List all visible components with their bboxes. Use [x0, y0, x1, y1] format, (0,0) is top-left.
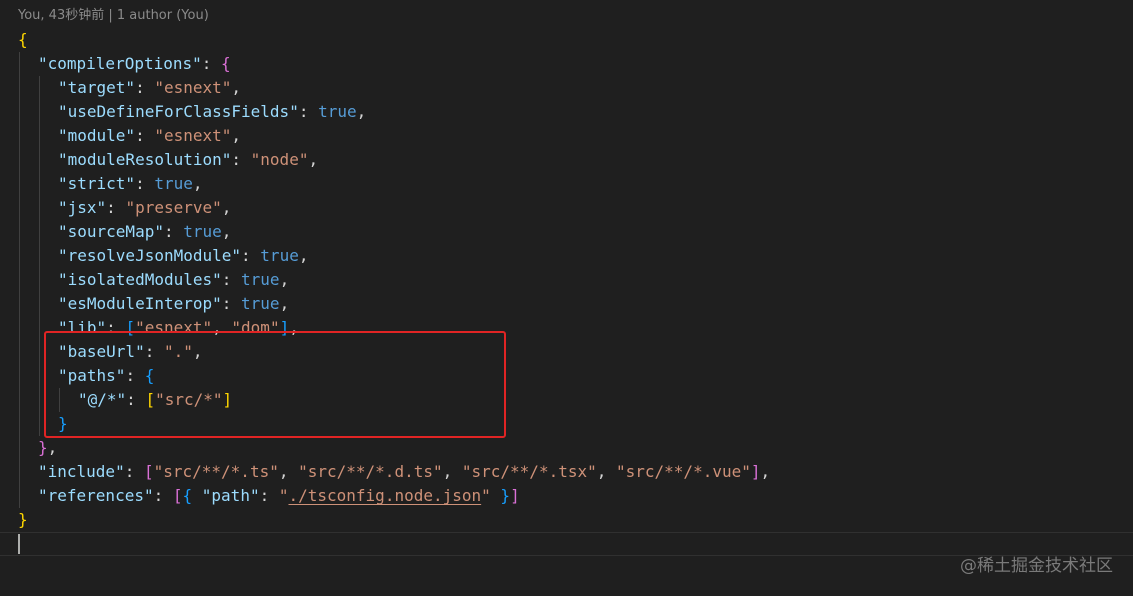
bracket: ] [750, 462, 761, 481]
code-line: "isolatedModules": true, [0, 268, 1133, 292]
json-key: "sourceMap" [58, 222, 164, 241]
bracket: ] [510, 486, 520, 505]
json-key: "module" [58, 126, 136, 145]
json-boolean: true [154, 174, 193, 193]
text-cursor [18, 534, 20, 554]
indent-guide [19, 76, 20, 100]
json-key: "jsx" [58, 198, 107, 217]
indent-guide [39, 220, 40, 244]
code-line: "useDefineForClassFields": true, [0, 100, 1133, 124]
indent-guide [39, 172, 40, 196]
json-key: "resolveJsonModule" [58, 246, 242, 265]
indent-guide [39, 292, 40, 316]
json-key: "include" [38, 462, 125, 481]
bracket: { [182, 486, 193, 505]
json-string-quote: " [481, 486, 491, 505]
bracket: { [221, 54, 231, 73]
indent-guide [19, 268, 20, 292]
indent-guide [19, 196, 20, 220]
json-key: "strict" [58, 174, 136, 193]
indent-guide [19, 52, 20, 76]
code-line: "strict": true, [0, 172, 1133, 196]
json-key: "target" [58, 78, 136, 97]
indent-guide [19, 388, 20, 412]
json-boolean: true [241, 270, 280, 289]
indent-guide [39, 364, 40, 388]
code-line: "compilerOptions": { [0, 52, 1133, 76]
bracket: } [500, 486, 511, 505]
json-key: "isolatedModules" [58, 270, 222, 289]
bracket: [ [172, 486, 183, 505]
code-line: { [0, 28, 1133, 52]
file-path-link[interactable]: ./tsconfig.node.json [288, 486, 481, 505]
json-string: "src/**/*.d.ts" [298, 462, 443, 481]
json-string: "node" [250, 150, 309, 169]
json-boolean: true [260, 246, 299, 265]
json-string: "esnext" [154, 126, 232, 145]
indent-guide [39, 268, 40, 292]
json-key: "compilerOptions" [38, 54, 202, 73]
code-line: "sourceMap": true, [0, 220, 1133, 244]
indent-guide [39, 76, 40, 100]
indent-guide [19, 340, 20, 364]
json-string: "src/**/*.vue" [616, 462, 751, 481]
json-key: "references" [38, 486, 154, 505]
highlight-annotation-box [44, 331, 506, 438]
bracket: } [38, 438, 48, 457]
bracket: [ [143, 462, 154, 481]
code-line: "esModuleInterop": true, [0, 292, 1133, 316]
json-string: "src/**/*.ts" [153, 462, 279, 481]
code-line: }, [0, 436, 1133, 460]
indent-guide [39, 340, 40, 364]
indent-guide [19, 460, 20, 484]
json-boolean: true [183, 222, 222, 241]
json-key: "esModuleInterop" [58, 294, 222, 313]
code-line: "references": [{ "path": "./tsconfig.nod… [0, 484, 1133, 508]
json-string: "src/**/*.tsx" [461, 462, 597, 481]
indent-guide [19, 172, 20, 196]
code-editor[interactable]: { "compilerOptions": { "target": "esnext… [0, 28, 1133, 556]
indent-guide [39, 196, 40, 220]
code-line: } [0, 508, 1133, 532]
indent-guide [19, 100, 20, 124]
json-boolean: true [241, 294, 280, 313]
indent-guide [39, 100, 40, 124]
code-line: "jsx": "preserve", [0, 196, 1133, 220]
indent-guide [19, 124, 20, 148]
code-line: "module": "esnext", [0, 124, 1133, 148]
close-brace: } [18, 510, 28, 529]
watermark: @稀土掘金技术社区 [960, 556, 1113, 576]
indent-guide [19, 436, 20, 460]
json-key: "path" [201, 486, 260, 505]
indent-guide [39, 244, 40, 268]
indent-guide [19, 364, 20, 388]
indent-guide [19, 244, 20, 268]
indent-guide [19, 412, 20, 436]
indent-guide [39, 124, 40, 148]
code-line: "target": "esnext", [0, 76, 1133, 100]
json-string: "esnext" [154, 78, 232, 97]
json-key: "moduleResolution" [58, 150, 232, 169]
indent-guide [19, 484, 20, 508]
indent-guide [19, 292, 20, 316]
open-brace: { [18, 30, 28, 49]
indent-guide [39, 148, 40, 172]
indent-guide [19, 316, 20, 340]
json-string: "preserve" [125, 198, 222, 217]
json-boolean: true [318, 102, 357, 121]
code-line: "include": ["src/**/*.ts", "src/**/*.d.t… [0, 460, 1133, 484]
indent-guide [39, 316, 40, 340]
code-line: "resolveJsonModule": true, [0, 244, 1133, 268]
codelens-blame[interactable]: You, 43秒钟前 | 1 author (You) [18, 6, 209, 26]
code-line: "moduleResolution": "node", [0, 148, 1133, 172]
indent-guide [19, 148, 20, 172]
indent-guide [19, 220, 20, 244]
indent-guide [39, 388, 40, 412]
indent-guide [39, 412, 40, 436]
json-key: "useDefineForClassFields" [58, 102, 299, 121]
